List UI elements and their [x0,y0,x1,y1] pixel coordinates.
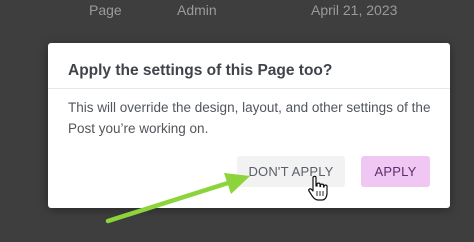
apply-button[interactable]: APPLY [361,156,430,187]
dialog-title: Apply the settings of this Page too? [68,62,333,79]
apply-settings-dialog: Apply the settings of this Page too? Thi… [48,43,450,208]
dialog-divider [48,88,450,89]
dont-apply-button[interactable]: DON'T APPLY [237,156,345,187]
background-table-row: Page Admin April 21, 2023 [0,2,474,22]
row-type-cell: Page [89,2,122,18]
row-author-cell: Admin [177,2,217,18]
row-date-cell: April 21, 2023 [311,2,398,18]
dialog-message: This will override the design, layout, a… [68,100,431,136]
